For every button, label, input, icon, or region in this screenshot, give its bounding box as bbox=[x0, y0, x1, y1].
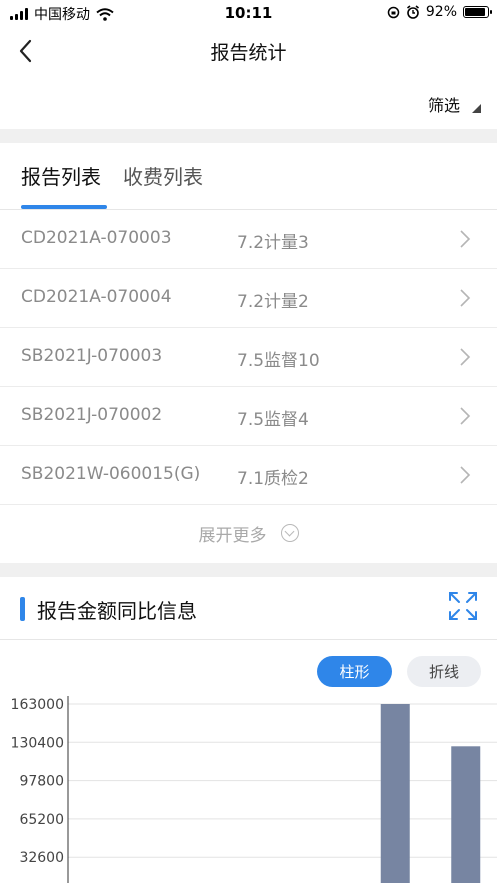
battery-percent: 92% bbox=[425, 4, 457, 20]
expand-more-button[interactable]: 展开更多 bbox=[0, 504, 497, 562]
tab-active-indicator bbox=[21, 205, 107, 209]
line-chart-toggle[interactable]: 折线 bbox=[407, 656, 481, 687]
status-bar: 中国移动 10:11 92% bbox=[0, 0, 497, 26]
report-name: 7.1质检2 bbox=[237, 469, 309, 489]
chevron-right-icon bbox=[460, 466, 471, 484]
bar-chart-toggle[interactable]: 柱形 bbox=[317, 656, 392, 687]
filter-triangle-icon bbox=[472, 103, 481, 113]
section-divider bbox=[0, 563, 497, 577]
y-tick-label: 32600 bbox=[19, 850, 64, 866]
filter-label: 筛选 bbox=[427, 96, 460, 115]
report-name: 7.5监督4 bbox=[237, 410, 309, 430]
tab-report-list[interactable]: 报告列表 bbox=[21, 161, 101, 190]
alarm-icon bbox=[406, 5, 419, 19]
nav-bar: 报告统计 bbox=[0, 26, 497, 76]
chart-section-title: 报告金额同比信息 bbox=[37, 599, 197, 623]
list-item[interactable]: CD2021A-070003 7.2计量3 bbox=[0, 210, 497, 269]
chevron-down-circle-icon bbox=[280, 524, 299, 542]
report-code: SB2021W-060015(G) bbox=[21, 464, 201, 484]
section-divider bbox=[0, 129, 497, 143]
chart-bar[interactable] bbox=[380, 704, 410, 883]
report-code: CD2021A-070003 bbox=[21, 228, 172, 248]
section-accent-bar bbox=[20, 597, 25, 621]
y-tick-label: 65200 bbox=[19, 812, 64, 828]
battery-icon bbox=[463, 6, 492, 18]
report-name: 7.2计量2 bbox=[237, 292, 309, 312]
report-name: 7.5监督10 bbox=[237, 351, 320, 371]
report-code: SB2021J-070003 bbox=[21, 346, 163, 366]
chevron-right-icon bbox=[460, 289, 471, 307]
report-name: 7.2计量3 bbox=[237, 233, 309, 253]
y-tick-label: 163000 bbox=[11, 697, 64, 713]
list-item[interactable]: CD2021A-070004 7.2计量2 bbox=[0, 269, 497, 328]
list-item[interactable]: SB2021J-070003 7.5监督10 bbox=[0, 328, 497, 387]
chevron-right-icon bbox=[460, 230, 471, 248]
chart-bar[interactable] bbox=[451, 746, 481, 883]
fullscreen-icon[interactable] bbox=[447, 590, 479, 622]
rotation-lock-icon bbox=[387, 6, 400, 18]
y-tick-label: 97800 bbox=[19, 774, 64, 790]
page-title: 报告统计 bbox=[210, 42, 287, 64]
report-list: CD2021A-070003 7.2计量3 CD2021A-070004 7.2… bbox=[0, 210, 497, 505]
filter-button[interactable]: 筛选 bbox=[428, 92, 481, 116]
chart-header: 报告金额同比信息 bbox=[0, 577, 497, 640]
tab-fee-list[interactable]: 收费列表 bbox=[123, 161, 203, 190]
status-right: 92% bbox=[387, 4, 492, 20]
expand-more-label: 展开更多 bbox=[198, 525, 267, 546]
report-code: CD2021A-070004 bbox=[21, 287, 172, 307]
bar-chart: 163000 130400 97800 65200 32600 bbox=[11, 696, 497, 883]
chevron-right-icon bbox=[460, 348, 471, 366]
list-item[interactable]: SB2021J-070002 7.5监督4 bbox=[0, 387, 497, 446]
report-code: SB2021J-070002 bbox=[21, 405, 163, 425]
filter-row: 筛选 bbox=[0, 80, 497, 126]
tab-bar: 报告列表 收费列表 bbox=[0, 143, 497, 210]
list-item[interactable]: SB2021W-060015(G) 7.1质检2 bbox=[0, 446, 497, 505]
chevron-right-icon bbox=[460, 407, 471, 425]
y-tick-label: 130400 bbox=[11, 735, 64, 751]
